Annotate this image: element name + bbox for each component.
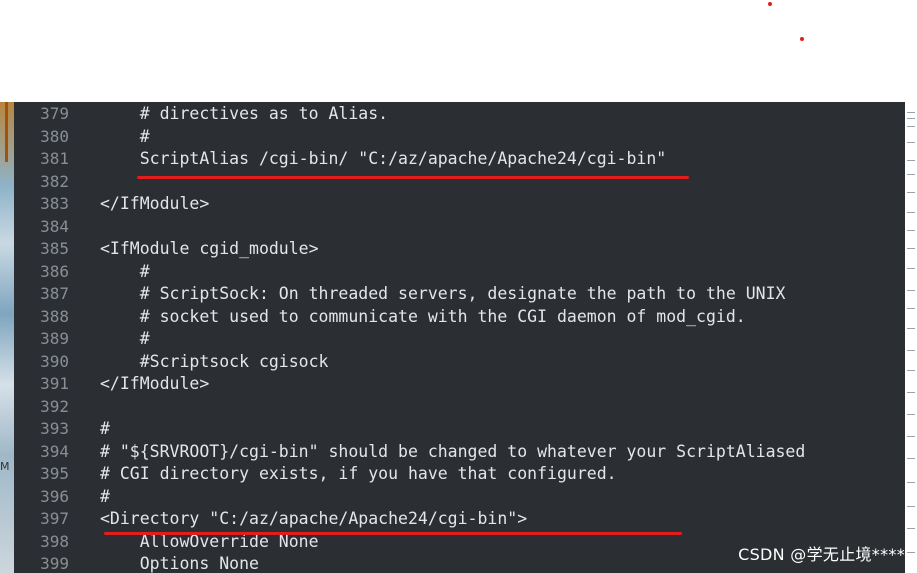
line-number: 385 xyxy=(40,239,69,258)
minimap-tick xyxy=(907,248,915,249)
line-number: 380 xyxy=(40,126,69,146)
minimap-tick xyxy=(907,112,915,113)
minimap-tick xyxy=(907,290,915,291)
code-text: # xyxy=(100,486,110,506)
line-number: 389 xyxy=(40,329,69,348)
minimap-tick xyxy=(907,212,915,213)
code-text: # socket used to communicate with the CG… xyxy=(100,306,746,326)
highlight-underline-directory xyxy=(104,532,682,535)
minimap-tick xyxy=(907,414,915,415)
minimap-tick xyxy=(907,328,915,329)
line-number: 393 xyxy=(40,419,69,438)
line-number: 384 xyxy=(40,216,69,236)
code-text: ScriptAlias /cgi-bin/ "C:/az/apache/Apac… xyxy=(100,149,667,168)
minimap-tick xyxy=(907,528,915,529)
minimap-tick xyxy=(907,160,915,161)
blank-top-area xyxy=(0,0,917,102)
minimap-tick xyxy=(907,230,915,231)
line-number: 396 xyxy=(40,486,69,506)
line-number: 382 xyxy=(40,171,69,191)
minimap-tick xyxy=(907,142,915,143)
line-number: 388 xyxy=(40,306,69,326)
minimap-tick xyxy=(907,192,915,193)
scrollbar-minimap[interactable] xyxy=(905,102,917,573)
highlight-underline-scriptalias xyxy=(137,176,689,179)
code-text: # xyxy=(100,261,150,281)
line-number: 386 xyxy=(40,261,69,281)
minimap-tick xyxy=(907,392,915,393)
code-text: # xyxy=(100,329,150,348)
minimap-tick xyxy=(907,552,915,553)
code-text: # xyxy=(100,419,110,438)
code-text: #Scriptsock cgisock xyxy=(100,351,329,371)
minimap-tick xyxy=(907,308,915,309)
minimap-tick xyxy=(907,174,915,175)
watermark-text: CSDN @学无止境**** xyxy=(738,545,905,564)
code-text: # ScriptSock: On threaded servers, desig… xyxy=(100,284,786,303)
minimap-tick xyxy=(907,482,915,483)
minimap-tick xyxy=(907,268,915,269)
line-number: 390 xyxy=(40,351,69,371)
line-number: 395 xyxy=(40,464,69,483)
line-number: 391 xyxy=(40,374,69,393)
red-dot-marker xyxy=(800,37,804,41)
line-number: 387 xyxy=(40,284,69,303)
code-editor[interactable]: 379 # directives as to Alias. 380 # 381 … xyxy=(14,102,905,573)
code-text: <IfModule cgid_module> xyxy=(100,239,319,258)
minimap-tick xyxy=(907,350,915,351)
code-text: # CGI directory exists, if you have that… xyxy=(100,464,617,483)
strip-letter: M xyxy=(0,460,10,473)
line-number: 381 xyxy=(40,149,69,168)
minimap-tick xyxy=(907,370,915,371)
minimap-tick xyxy=(907,118,915,119)
code-text: Options None xyxy=(100,554,259,573)
line-number: 398 xyxy=(40,531,69,551)
line-number: 379 xyxy=(40,104,69,123)
minimap-tick xyxy=(907,506,915,507)
minimap-tick xyxy=(907,436,915,437)
minimap-tick xyxy=(907,458,915,459)
line-number: 383 xyxy=(40,194,69,213)
decorative-bar xyxy=(5,102,8,162)
code-text: <Directory "C:/az/apache/Apache24/cgi-bi… xyxy=(100,509,528,528)
code-text: # xyxy=(100,126,150,146)
background-window-strip: M xyxy=(0,102,14,573)
minimap-tick xyxy=(907,126,915,127)
code-text: </IfModule> xyxy=(100,194,210,213)
line-number: 397 xyxy=(40,509,69,528)
code-text: # directives as to Alias. xyxy=(100,104,389,123)
code-text: # "${SRVROOT}/cgi-bin" should be changed… xyxy=(100,441,806,461)
red-dot-marker xyxy=(768,2,772,6)
line-number: 392 xyxy=(40,396,69,416)
code-text: </IfModule> xyxy=(100,374,210,393)
line-number: 399 xyxy=(40,554,69,573)
line-number: 394 xyxy=(40,441,69,461)
